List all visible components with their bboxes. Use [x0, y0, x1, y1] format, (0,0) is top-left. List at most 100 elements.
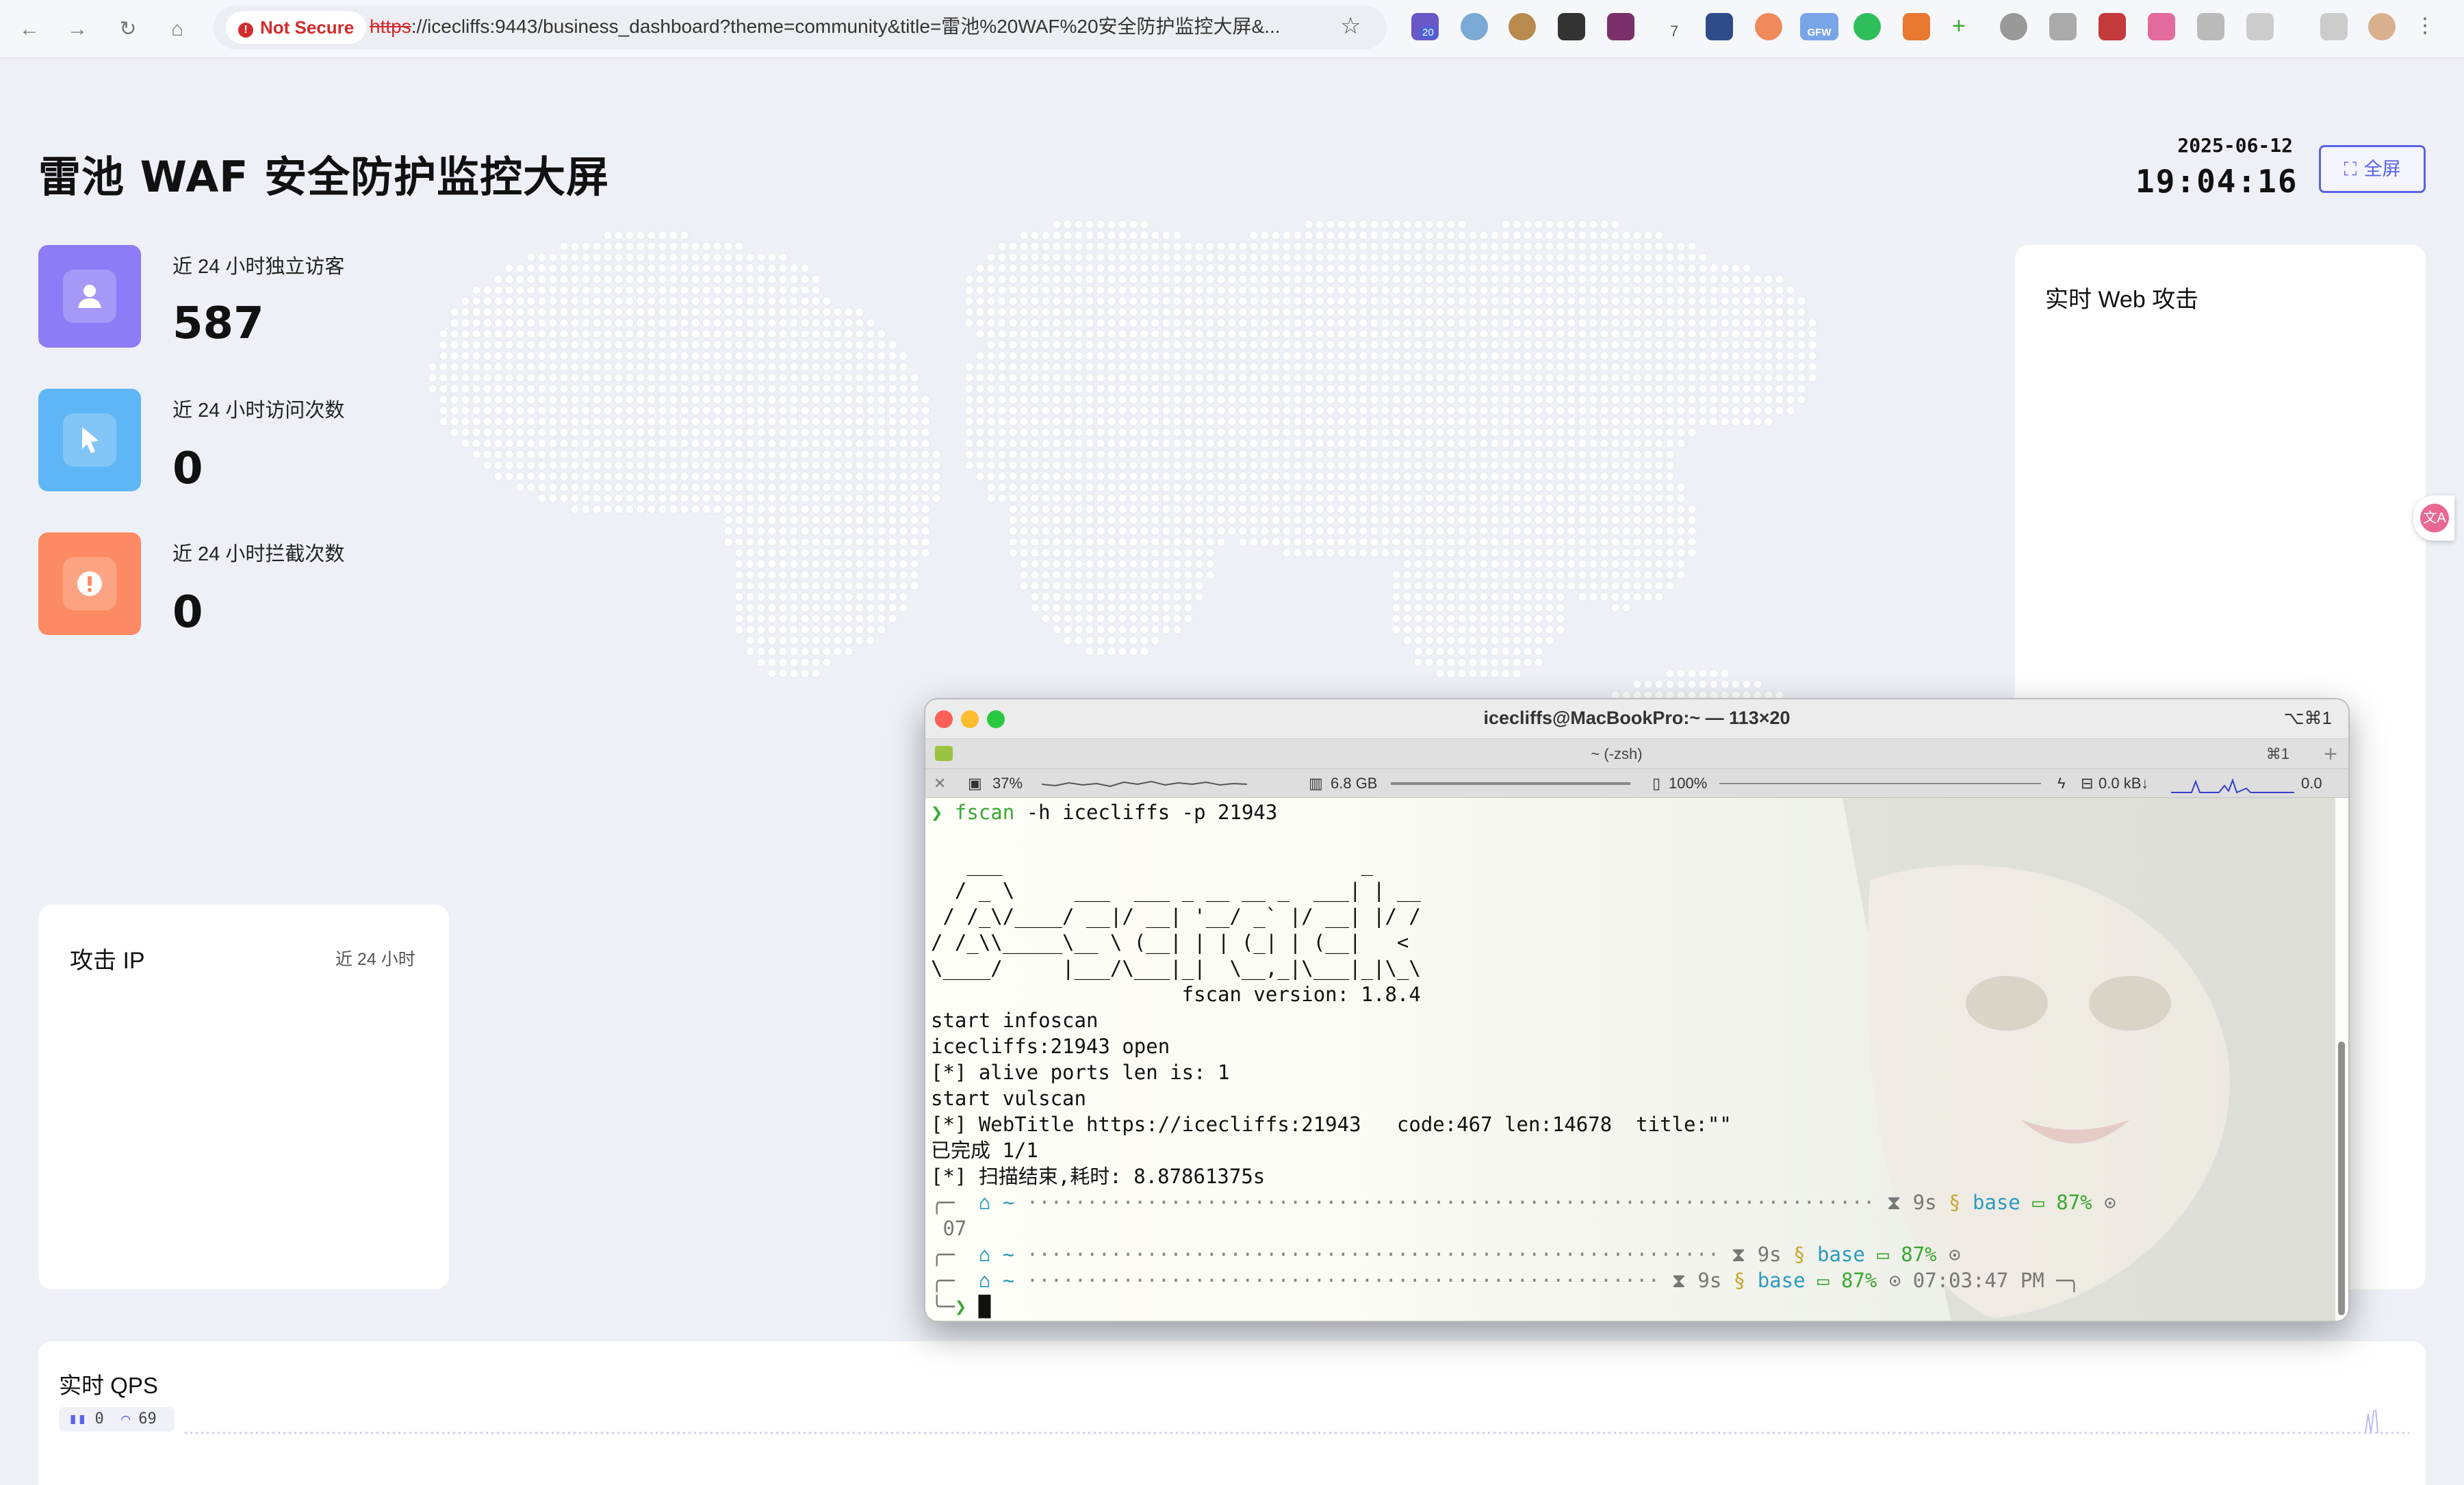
map-dot	[1621, 373, 1631, 383]
new-tab-button[interactable]: +	[2324, 739, 2337, 769]
map-dot	[778, 559, 788, 569]
extension-icon[interactable]	[2148, 13, 2175, 40]
map-dot	[1490, 428, 1500, 437]
map-dot	[1238, 417, 1248, 426]
map-dot	[767, 329, 777, 339]
map-dot	[1381, 526, 1390, 536]
map-dot	[778, 636, 788, 645]
translate-widget[interactable]: 文A	[2413, 495, 2454, 541]
map-dot	[1337, 450, 1346, 459]
map-dot	[1523, 439, 1532, 448]
map-dot	[1435, 253, 1445, 262]
plus-extension-icon[interactable]: +	[1952, 13, 1979, 40]
map-dot	[636, 450, 645, 459]
map-dot	[1205, 537, 1215, 547]
map-dot	[450, 428, 459, 437]
map-dot	[921, 450, 930, 459]
extension-icon[interactable]	[2099, 13, 2126, 40]
extension-icon[interactable]	[1755, 13, 1782, 40]
map-dot	[1326, 285, 1335, 295]
map-dot	[1600, 362, 1609, 372]
map-dot	[734, 559, 744, 569]
back-icon[interactable]: ←	[14, 14, 45, 45]
map-dot	[1063, 526, 1073, 536]
puzzle-icon[interactable]	[2246, 13, 2274, 40]
map-dot	[822, 482, 832, 492]
extension-icon[interactable]	[1706, 13, 1733, 40]
map-dot	[1435, 373, 1445, 383]
gfw-extension-icon[interactable]: GFW	[1800, 13, 1838, 40]
map-dot	[1600, 318, 1609, 328]
map-dot	[789, 581, 799, 591]
map-dot	[1720, 362, 1730, 372]
map-dot	[1063, 263, 1073, 273]
forward-icon[interactable]: →	[62, 14, 93, 45]
extension-icon[interactable]: 20	[1411, 13, 1439, 40]
map-dot	[1457, 482, 1467, 492]
fullscreen-button[interactable]: ⛶ 全屏	[2319, 145, 2426, 193]
map-dot	[1610, 428, 1620, 437]
not-secure-badge[interactable]: ! Not Secure	[226, 11, 367, 44]
extension-icon[interactable]: 7	[1656, 13, 1684, 40]
map-dot	[713, 461, 722, 470]
map-dot	[1764, 406, 1773, 415]
terminal-body[interactable]: ❯ fscan -h icecliffs -p 21943 ___ _ / _ …	[925, 798, 2335, 1321]
map-dot	[1129, 384, 1138, 393]
map-dot	[1600, 526, 1609, 536]
extension-icon[interactable]	[1461, 13, 1488, 40]
map-dot	[1205, 329, 1215, 339]
map-dot	[1019, 472, 1029, 481]
map-dot	[1468, 450, 1478, 459]
map-dot	[1709, 395, 1719, 404]
bookmark-star-icon[interactable]: ☆	[1340, 12, 1361, 40]
map-dot	[1424, 559, 1434, 569]
map-dot	[1326, 537, 1335, 547]
map-dot	[1676, 395, 1686, 404]
reload-icon[interactable]: ↻	[112, 14, 144, 45]
map-dot	[888, 581, 897, 591]
map-dot	[1381, 417, 1390, 426]
map-dot	[1096, 307, 1105, 317]
map-dot	[778, 504, 788, 514]
map-dot	[680, 395, 689, 404]
map-dot	[1030, 603, 1040, 612]
map-dot	[833, 362, 843, 372]
home-icon[interactable]: ⌂	[162, 14, 193, 45]
extension-icon[interactable]	[2049, 13, 2077, 40]
extension-icon[interactable]	[1558, 13, 1585, 40]
map-dot	[1676, 669, 1686, 678]
cookie-extension-icon[interactable]	[1509, 13, 1536, 40]
map-dot	[1435, 669, 1445, 678]
map-dot	[1216, 515, 1226, 525]
terminal-scrollbar[interactable]	[2338, 1042, 2345, 1315]
extension-icon[interactable]	[2000, 13, 2027, 40]
terminal-titlebar[interactable]: icecliffs@MacBookPro:~ — 113×20 ⌥⌘1	[925, 699, 2348, 739]
metamask-icon[interactable]	[1903, 13, 1930, 40]
map-dot	[1140, 263, 1149, 273]
extension-icon[interactable]	[1853, 13, 1881, 40]
map-dot	[1589, 242, 1598, 251]
reading-list-icon[interactable]	[2320, 13, 2348, 40]
close-status-icon[interactable]: ✕	[934, 769, 946, 798]
extension-icon[interactable]	[1607, 13, 1634, 40]
map-dot	[1720, 263, 1730, 273]
map-dot	[1687, 537, 1697, 547]
terminal-window[interactable]: icecliffs@MacBookPro:~ — 113×20 ⌥⌘1 ~ (-…	[924, 698, 2350, 1322]
map-dot	[844, 373, 854, 383]
map-dot	[1457, 450, 1467, 459]
map-dot	[1797, 329, 1806, 339]
avatar[interactable]	[2368, 13, 2396, 40]
map-dot	[1556, 450, 1565, 459]
map-dot	[1578, 340, 1587, 350]
map-dot	[1129, 274, 1138, 284]
map-dot	[1501, 669, 1511, 678]
map-dot	[1523, 329, 1532, 339]
terminal-tab[interactable]: ~ (-zsh)	[925, 739, 2308, 769]
map-dot	[745, 472, 755, 481]
map-dot	[899, 548, 908, 558]
map-dot	[1381, 318, 1390, 328]
url-text[interactable]: https://icecliffs:9443/business_dashboar…	[370, 12, 1335, 41]
alert-icon	[63, 557, 116, 610]
menu-icon[interactable]: ⋮	[2415, 14, 2435, 38]
extension-icon[interactable]	[2197, 13, 2224, 40]
